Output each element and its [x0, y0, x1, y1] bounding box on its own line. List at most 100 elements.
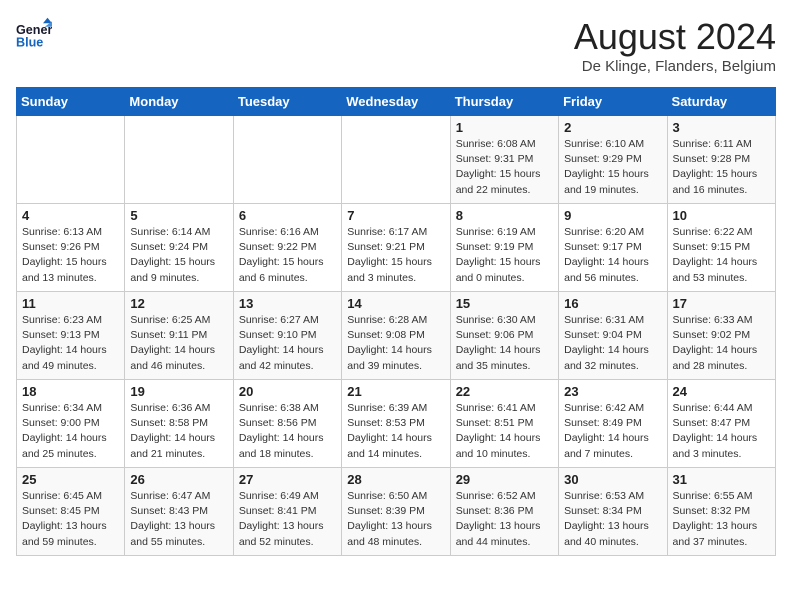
day-info: Sunrise: 6:44 AM Sunset: 8:47 PM Dayligh…	[673, 401, 770, 462]
day-number: 22	[456, 384, 553, 399]
calendar-cell: 5Sunrise: 6:14 AM Sunset: 9:24 PM Daylig…	[125, 204, 233, 292]
weekday-header: Tuesday	[233, 88, 341, 116]
day-info: Sunrise: 6:36 AM Sunset: 8:58 PM Dayligh…	[130, 401, 227, 462]
day-info: Sunrise: 6:13 AM Sunset: 9:26 PM Dayligh…	[22, 225, 119, 286]
day-number: 1	[456, 120, 553, 135]
calendar-cell: 20 Sunrise: 6:38 AM Sunset: 8:56 PM Dayli…	[233, 380, 341, 468]
day-number: 23	[564, 384, 661, 399]
day-number: 7	[347, 208, 444, 223]
calendar-cell: 15 Sunrise: 6:30 AM Sunset: 9:06 PM Dayli…	[450, 292, 558, 380]
weekday-header-row: SundayMondayTuesdayWednesdayThursdayFrid…	[17, 88, 776, 116]
calendar-cell: 22 Sunrise: 6:41 AM Sunset: 8:51 PM Dayli…	[450, 380, 558, 468]
day-info: Sunrise: 6:30 AM Sunset: 9:06 PM Dayligh…	[456, 313, 553, 374]
day-number: 4	[22, 208, 119, 223]
day-info: Sunrise: 6:10 AM Sunset: 9:29 PM Dayligh…	[564, 137, 661, 198]
day-info: Sunrise: 6:23 AM Sunset: 9:13 PM Dayligh…	[22, 313, 119, 374]
day-number: 29	[456, 472, 553, 487]
day-number: 15	[456, 296, 553, 311]
calendar-week-row: 1Sunrise: 6:08 AM Sunset: 9:31 PM Daylig…	[17, 116, 776, 204]
day-info: Sunrise: 6:47 AM Sunset: 8:43 PM Dayligh…	[130, 489, 227, 550]
logo: General Blue	[16, 16, 52, 52]
day-number: 24	[673, 384, 770, 399]
day-number: 28	[347, 472, 444, 487]
calendar-cell	[342, 116, 450, 204]
day-number: 25	[22, 472, 119, 487]
day-number: 6	[239, 208, 336, 223]
day-number: 19	[130, 384, 227, 399]
calendar-cell: 4 Sunrise: 6:13 AM Sunset: 9:26 PM Daylig…	[17, 204, 125, 292]
day-number: 21	[347, 384, 444, 399]
day-number: 26	[130, 472, 227, 487]
day-info: Sunrise: 6:38 AM Sunset: 8:56 PM Dayligh…	[239, 401, 336, 462]
calendar-cell: 9 Sunrise: 6:20 AM Sunset: 9:17 PM Daylig…	[559, 204, 667, 292]
calendar-cell: 14Sunrise: 6:28 AM Sunset: 9:08 PM Dayli…	[342, 292, 450, 380]
calendar-table: SundayMondayTuesdayWednesdayThursdayFrid…	[16, 87, 776, 556]
calendar-cell: 27Sunrise: 6:49 AM Sunset: 8:41 PM Dayli…	[233, 468, 341, 556]
day-number: 14	[347, 296, 444, 311]
day-number: 30	[564, 472, 661, 487]
day-number: 9	[564, 208, 661, 223]
day-info: Sunrise: 6:33 AM Sunset: 9:02 PM Dayligh…	[673, 313, 770, 374]
calendar-week-row: 4 Sunrise: 6:13 AM Sunset: 9:26 PM Daylig…	[17, 204, 776, 292]
day-info: Sunrise: 6:55 AM Sunset: 8:32 PM Dayligh…	[673, 489, 770, 550]
calendar-cell: 26 Sunrise: 6:47 AM Sunset: 8:43 PM Dayli…	[125, 468, 233, 556]
day-info: Sunrise: 6:34 AM Sunset: 9:00 PM Dayligh…	[22, 401, 119, 462]
day-info: Sunrise: 6:25 AM Sunset: 9:11 PM Dayligh…	[130, 313, 227, 374]
day-number: 12	[130, 296, 227, 311]
calendar-cell: 28 Sunrise: 6:50 AM Sunset: 8:39 PM Dayli…	[342, 468, 450, 556]
day-info: Sunrise: 6:17 AM Sunset: 9:21 PM Dayligh…	[347, 225, 444, 286]
weekday-header: Monday	[125, 88, 233, 116]
calendar-cell	[233, 116, 341, 204]
calendar-cell: 31 Sunrise: 6:55 AM Sunset: 8:32 PM Dayli…	[667, 468, 775, 556]
calendar-cell: 17 Sunrise: 6:33 AM Sunset: 9:02 PM Dayli…	[667, 292, 775, 380]
calendar-cell: 21 Sunrise: 6:39 AM Sunset: 8:53 PM Dayli…	[342, 380, 450, 468]
weekday-header: Saturday	[667, 88, 775, 116]
day-number: 31	[673, 472, 770, 487]
day-info: Sunrise: 6:41 AM Sunset: 8:51 PM Dayligh…	[456, 401, 553, 462]
calendar-cell: 30 Sunrise: 6:53 AM Sunset: 8:34 PM Dayli…	[559, 468, 667, 556]
calendar-week-row: 18Sunrise: 6:34 AM Sunset: 9:00 PM Dayli…	[17, 380, 776, 468]
weekday-header: Friday	[559, 88, 667, 116]
svg-text:Blue: Blue	[16, 36, 43, 50]
month-title: August 2024	[574, 16, 776, 58]
weekday-header: Wednesday	[342, 88, 450, 116]
day-info: Sunrise: 6:31 AM Sunset: 9:04 PM Dayligh…	[564, 313, 661, 374]
calendar-cell: 19 Sunrise: 6:36 AM Sunset: 8:58 PM Dayli…	[125, 380, 233, 468]
day-info: Sunrise: 6:11 AM Sunset: 9:28 PM Dayligh…	[673, 137, 770, 198]
day-number: 16	[564, 296, 661, 311]
day-info: Sunrise: 6:27 AM Sunset: 9:10 PM Dayligh…	[239, 313, 336, 374]
calendar-cell: 7 Sunrise: 6:17 AM Sunset: 9:21 PM Daylig…	[342, 204, 450, 292]
day-info: Sunrise: 6:19 AM Sunset: 9:19 PM Dayligh…	[456, 225, 553, 286]
calendar-cell: 13 Sunrise: 6:27 AM Sunset: 9:10 PM Dayli…	[233, 292, 341, 380]
day-number: 3	[673, 120, 770, 135]
day-number: 11	[22, 296, 119, 311]
day-number: 20	[239, 384, 336, 399]
day-info: Sunrise: 6:39 AM Sunset: 8:53 PM Dayligh…	[347, 401, 444, 462]
calendar-cell: 8 Sunrise: 6:19 AM Sunset: 9:19 PM Daylig…	[450, 204, 558, 292]
day-number: 13	[239, 296, 336, 311]
calendar-cell: 1Sunrise: 6:08 AM Sunset: 9:31 PM Daylig…	[450, 116, 558, 204]
calendar-cell: 16 Sunrise: 6:31 AM Sunset: 9:04 PM Dayli…	[559, 292, 667, 380]
logo-icon: General Blue	[16, 16, 52, 52]
weekday-header: Sunday	[17, 88, 125, 116]
calendar-cell	[125, 116, 233, 204]
day-info: Sunrise: 6:52 AM Sunset: 8:36 PM Dayligh…	[456, 489, 553, 550]
day-number: 17	[673, 296, 770, 311]
day-info: Sunrise: 6:50 AM Sunset: 8:39 PM Dayligh…	[347, 489, 444, 550]
weekday-header: Thursday	[450, 88, 558, 116]
calendar-week-row: 25 Sunrise: 6:45 AM Sunset: 8:45 PM Dayli…	[17, 468, 776, 556]
day-info: Sunrise: 6:53 AM Sunset: 8:34 PM Dayligh…	[564, 489, 661, 550]
calendar-cell: 23 Sunrise: 6:42 AM Sunset: 8:49 PM Dayli…	[559, 380, 667, 468]
day-info: Sunrise: 6:16 AM Sunset: 9:22 PM Dayligh…	[239, 225, 336, 286]
calendar-cell: 2 Sunrise: 6:10 AM Sunset: 9:29 PM Daylig…	[559, 116, 667, 204]
day-info: Sunrise: 6:20 AM Sunset: 9:17 PM Dayligh…	[564, 225, 661, 286]
calendar-cell: 10Sunrise: 6:22 AM Sunset: 9:15 PM Dayli…	[667, 204, 775, 292]
day-number: 27	[239, 472, 336, 487]
day-info: Sunrise: 6:42 AM Sunset: 8:49 PM Dayligh…	[564, 401, 661, 462]
day-number: 2	[564, 120, 661, 135]
calendar-cell: 11 Sunrise: 6:23 AM Sunset: 9:13 PM Dayli…	[17, 292, 125, 380]
day-info: Sunrise: 6:45 AM Sunset: 8:45 PM Dayligh…	[22, 489, 119, 550]
day-number: 5	[130, 208, 227, 223]
day-number: 10	[673, 208, 770, 223]
day-number: 8	[456, 208, 553, 223]
